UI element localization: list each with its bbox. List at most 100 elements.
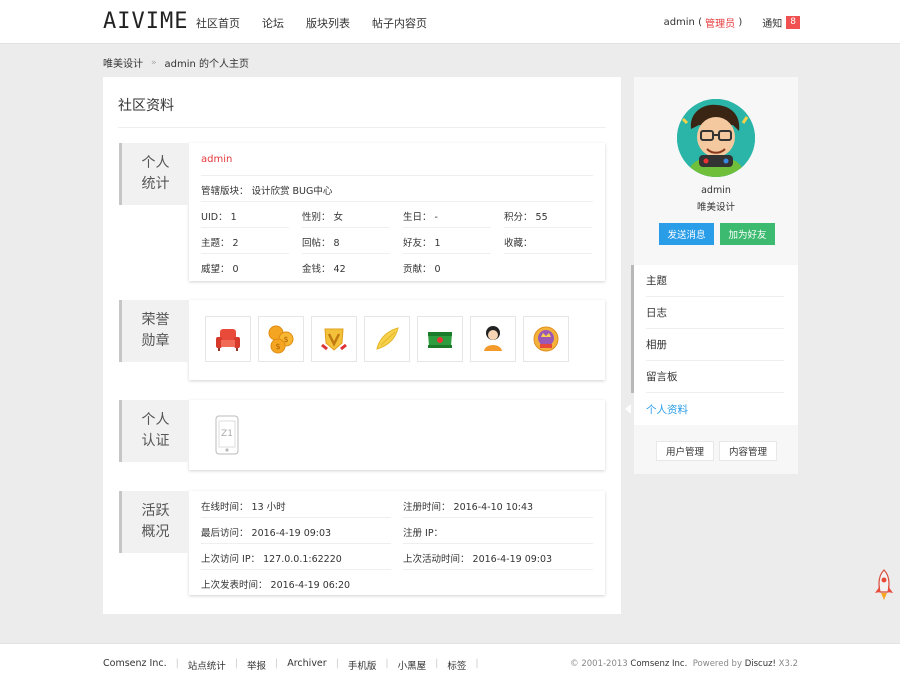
user-manage-button[interactable]: 用户管理 [656, 441, 714, 461]
verify-section-label: 个人 认证 [119, 400, 189, 462]
medals-section-label: 荣誉 勋章 [119, 300, 189, 362]
verify-section: Z1 个人认证 [119, 400, 605, 470]
activity-section: 在线时间： 13 小时 注册时间： 2016-4-10 10:43 最后访问： … [119, 491, 605, 595]
role-link[interactable]: 管理员 [705, 15, 735, 30]
top-header: AIVIME 社区首页 论坛 版块列表 帖子内容页 admin ( 管理员 ) … [0, 0, 900, 44]
footer-link-mobile[interactable]: 手机版 [348, 658, 377, 672]
side-usergroup: 唯美设计 [696, 202, 735, 213]
breadcrumb-current[interactable]: admin 的个人主页 [165, 55, 250, 70]
last-visit-ip: 上次访问 IP： 127.0.0.1:62220 [201, 554, 342, 565]
stat-birthday: 生日： - [403, 212, 438, 223]
copyright-version: X3.2 [775, 659, 798, 669]
breadcrumb-home[interactable]: 唯美设计 [103, 55, 143, 70]
stat-replies: 回帖： 8 [302, 238, 340, 249]
add-friend-button[interactable]: 加为好友 [720, 223, 775, 245]
sofa-medal-icon[interactable] [205, 316, 251, 362]
stat-prestige: 威望： 0 [201, 264, 239, 275]
green-cap-medal-icon[interactable] [417, 316, 463, 362]
stats-label-line2: 统计 [141, 176, 170, 192]
stats-section: admin 管辖版块： 设计欣赏 BUG中心 UID： 1 性别： 女 生日： … [119, 143, 605, 281]
send-message-button[interactable]: 发送消息 [659, 223, 714, 245]
v-shield-medal-icon[interactable] [311, 316, 357, 362]
medals-box: $ $ [189, 300, 605, 380]
activity-section-label: 活跃 概况 [119, 491, 189, 553]
footer-separator: | [335, 658, 339, 669]
user-box: admin ( 管理员 ) 通知 8 [664, 15, 800, 30]
medals-label-line2: 勋章 [141, 333, 170, 349]
divider [403, 543, 593, 544]
copyright-product[interactable]: Discuz! [745, 659, 776, 669]
online-time: 在线时间： 13 小时 [201, 502, 286, 513]
footer-separator: | [435, 658, 439, 669]
nav-forum[interactable]: 论坛 [262, 15, 284, 31]
footer-link-archiver[interactable]: Archiver [287, 658, 326, 672]
copyright: © 2001-2013 Comsenz Inc. Powered by Disc… [570, 659, 798, 669]
footer-link-stats[interactable]: 站点统计 [188, 658, 226, 672]
stat-money: 金钱： 42 [302, 264, 346, 275]
nav-community-home[interactable]: 社区首页 [196, 15, 240, 31]
notice-count-badge[interactable]: 8 [786, 16, 800, 29]
footer: Comsenz Inc. | 站点统计 | 举报 | Archiver | 手机版 | 小… [0, 643, 900, 682]
menu-marker [631, 265, 634, 297]
footer-links: Comsenz Inc. | 站点统计 | 举报 | Archiver | 手机版 | 小… [103, 658, 488, 672]
side-menu-guestbook[interactable]: 留言板 [646, 361, 784, 393]
side-menu-album[interactable]: 相册 [646, 329, 784, 361]
footer-separator: | [234, 658, 239, 669]
coins-medal-icon[interactable]: $ $ [258, 316, 304, 362]
last-post-time: 上次发表时间： 2016-4-19 06:20 [201, 580, 351, 591]
footer-link-report[interactable]: 举报 [247, 658, 266, 672]
verify-label-line2: 认证 [141, 433, 170, 449]
avatar[interactable] [677, 99, 755, 177]
menu-marker [631, 329, 634, 361]
girl-medal-icon[interactable] [470, 316, 516, 362]
side-menu: 主题 日志 相册 留言板 个人资料 [625, 265, 798, 425]
site-logo[interactable]: AIVIME [103, 9, 188, 34]
divider [201, 253, 289, 254]
role-close: ) [735, 17, 743, 28]
medals-section: $ $ 荣誉勋章 [119, 300, 605, 380]
footer-link-tags[interactable]: 标签 [447, 658, 466, 672]
title-divider [118, 127, 606, 128]
notice-link[interactable]: 通知 [762, 15, 782, 30]
side-menu-profile[interactable]: 个人资料 [646, 393, 784, 425]
stats-username[interactable]: admin [201, 154, 232, 165]
crown-badge-medal-icon[interactable] [523, 316, 569, 362]
divider [403, 517, 593, 518]
nav-post-content[interactable]: 帖子内容页 [372, 15, 427, 31]
activity-label-line2: 概况 [141, 524, 170, 540]
divider [302, 253, 390, 254]
profile-side-card: admin 唯美设计 发送消息 加为好友 主题 日志 相册 留言板 个人资料 用… [625, 77, 798, 474]
back-to-top-rocket-icon[interactable] [872, 568, 896, 602]
footer-link-blackroom[interactable]: 小黑屋 [398, 658, 427, 672]
wing-medal-icon[interactable] [364, 316, 410, 362]
divider [201, 175, 593, 176]
side-menu-blog[interactable]: 日志 [646, 297, 784, 329]
svg-text:$: $ [283, 335, 288, 344]
copyright-prefix: © 2001-2013 [570, 659, 631, 669]
medals-label-line1: 荣誉 [141, 312, 170, 328]
phone-verify-text: Z1 [221, 429, 233, 439]
side-menu-topics[interactable]: 主题 [646, 265, 784, 297]
register-time: 注册时间： 2016-4-10 10:43 [403, 502, 534, 513]
breadcrumb-separator: » [151, 57, 157, 68]
copyright-company[interactable]: Comsenz Inc. [630, 659, 687, 669]
divider [201, 543, 391, 544]
footer-separator: | [475, 658, 479, 669]
copyright-powered: Powered by [687, 659, 745, 669]
divider [201, 569, 391, 570]
svg-text:$: $ [275, 342, 280, 351]
phone-verify-icon[interactable]: Z1 [215, 415, 239, 455]
stats-section-label: 个人 统计 [119, 143, 189, 205]
last-active-time: 上次活动时间： 2016-4-19 09:03 [403, 554, 553, 565]
username-link[interactable]: admin [664, 17, 695, 28]
side-username[interactable]: admin [634, 185, 798, 196]
breadcrumb: 唯美设计 » admin 的个人主页 [103, 55, 250, 71]
divider [201, 517, 391, 518]
content-manage-button[interactable]: 内容管理 [719, 441, 777, 461]
activity-box: 在线时间： 13 小时 注册时间： 2016-4-10 10:43 最后访问： … [189, 491, 605, 595]
page-title: 社区资料 [118, 98, 174, 114]
register-ip: 注册 IP： [403, 528, 444, 539]
verify-label-line1: 个人 [141, 412, 170, 428]
footer-link-company[interactable]: Comsenz Inc. [103, 658, 167, 672]
nav-board-list[interactable]: 版块列表 [306, 15, 350, 31]
